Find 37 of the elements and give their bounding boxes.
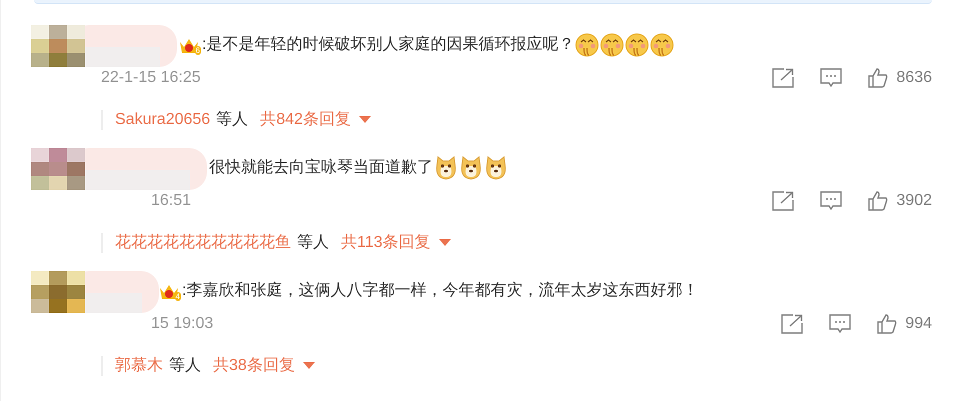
reply-count-link[interactable]: 共842条回复	[260, 108, 351, 132]
like-count: 3902	[896, 191, 932, 211]
dog-face-icon	[484, 156, 508, 180]
reply-others-text: 等人	[216, 110, 248, 130]
reply-others-text: 等人	[297, 233, 329, 253]
reply-count-link[interactable]: 共38条回复	[213, 354, 295, 378]
share-icon[interactable]	[772, 191, 794, 211]
reply-count-link[interactable]: 共113条回复	[341, 231, 431, 255]
thumbs-up-icon[interactable]	[868, 68, 888, 88]
comment-icon[interactable]	[829, 314, 852, 334]
dog-face-icon	[434, 156, 458, 180]
comment-time: 16:51	[151, 191, 192, 211]
like-count: 8636	[896, 68, 932, 88]
reply-user-link[interactable]: 花花花花花花花花花花鱼	[115, 231, 291, 255]
reply-user-link[interactable]: Sakura20656	[115, 108, 210, 132]
thumbs-up-icon[interactable]	[877, 314, 898, 334]
blushing-face-icon	[600, 33, 624, 57]
comment-text: :是不是年轻的时候破坏别人家庭的因果循环报应呢？	[202, 34, 574, 55]
caret-down-icon[interactable]	[438, 239, 451, 247]
blushing-face-icon	[625, 33, 650, 57]
comment-time: 15 19:03	[151, 314, 214, 334]
reply-user-link[interactable]: 郭慕木	[115, 354, 163, 378]
caret-down-icon[interactable]	[358, 116, 371, 124]
caret-down-icon[interactable]	[302, 362, 315, 370]
comment-text: :李嘉欣和张庭，这俩人八字都一样，今年都有灾，流年太岁这东西好邪！	[182, 280, 698, 301]
comment-text: 很快就能去向宝咏琴当面道歉了	[209, 158, 433, 178]
share-icon[interactable]	[772, 68, 794, 88]
comment-icon[interactable]	[820, 191, 842, 211]
thumbs-up-icon[interactable]	[868, 191, 888, 211]
blushing-face-icon	[650, 33, 674, 57]
share-icon[interactable]	[781, 314, 804, 334]
reply-others-text: 等人	[169, 356, 201, 376]
dog-face-icon	[459, 156, 483, 180]
like-count: 994	[905, 314, 932, 334]
blushing-face-icon	[575, 33, 600, 57]
comment-time: 22-1-15 16:25	[101, 68, 201, 88]
comment-icon[interactable]	[820, 68, 842, 88]
